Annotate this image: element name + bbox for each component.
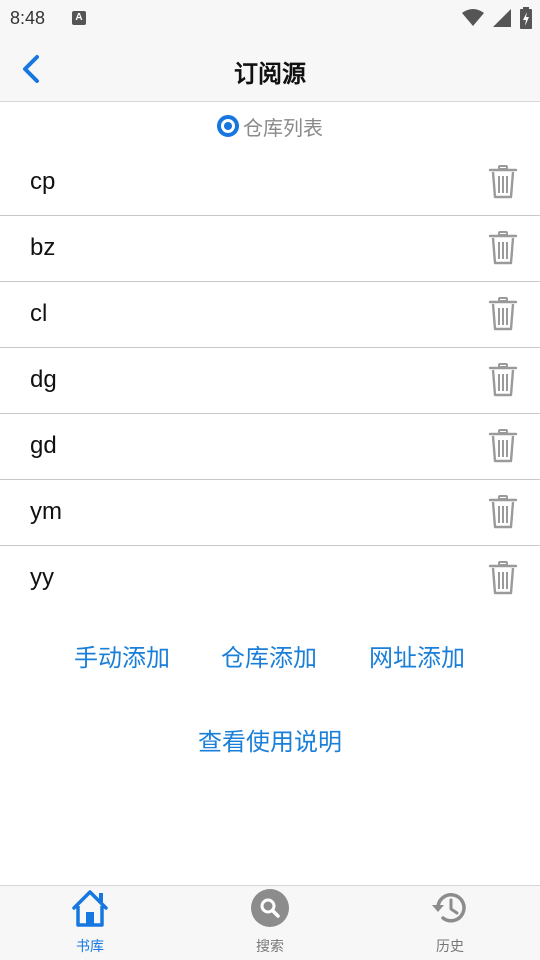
add-actions: 手动添加 仓库添加 网址添加	[0, 632, 540, 676]
list-item[interactable]: bz	[0, 216, 540, 282]
help-row: 查看使用说明	[0, 722, 540, 757]
radio-selected-icon[interactable]	[217, 115, 239, 137]
trash-icon[interactable]	[488, 297, 518, 331]
trash-icon[interactable]	[488, 429, 518, 463]
notification-icon: A	[72, 11, 86, 25]
help-link[interactable]: 查看使用说明	[198, 728, 342, 756]
repo-add-button[interactable]: 仓库添加	[221, 638, 317, 673]
battery-icon	[520, 7, 532, 29]
nav-item-search[interactable]: 搜索	[210, 886, 330, 960]
title-bar: 订阅源	[0, 38, 540, 102]
bottom-nav: 书库 搜索 历史	[0, 885, 540, 960]
status-bar: 8:48 A	[0, 0, 540, 38]
nav-item-library[interactable]: 书库	[30, 886, 150, 960]
repo-list-radio[interactable]: 仓库列表	[0, 102, 540, 150]
source-name: ym	[30, 498, 62, 525]
source-list: cp bz cl dg gd ym yy	[0, 150, 540, 612]
source-name: cp	[30, 168, 56, 195]
page-title: 订阅源	[234, 60, 306, 88]
trash-icon[interactable]	[488, 363, 518, 397]
status-icons	[462, 7, 532, 29]
trash-icon[interactable]	[488, 231, 518, 265]
manual-add-button[interactable]: 手动添加	[74, 638, 170, 673]
source-name: yy	[30, 564, 54, 591]
nav-label: 书库	[76, 939, 104, 955]
status-time: 8:48	[10, 8, 46, 28]
trash-icon[interactable]	[488, 165, 518, 199]
list-item[interactable]: dg	[0, 348, 540, 414]
list-item[interactable]: ym	[0, 480, 540, 546]
list-item[interactable]: cl	[0, 282, 540, 348]
nav-label: 历史	[436, 939, 464, 955]
url-add-button[interactable]: 网址添加	[369, 638, 465, 673]
source-name: dg	[30, 366, 57, 393]
list-item[interactable]: cp	[0, 150, 540, 216]
nav-item-history[interactable]: 历史	[390, 886, 510, 960]
repo-list-label: 仓库列表	[243, 115, 323, 140]
list-item[interactable]: yy	[0, 546, 540, 612]
wifi-icon	[462, 9, 484, 26]
source-name: cl	[30, 300, 48, 327]
search-icon	[251, 889, 289, 927]
nav-label: 搜索	[256, 939, 284, 955]
source-name: bz	[30, 234, 56, 261]
list-item[interactable]: gd	[0, 414, 540, 480]
signal-icon	[493, 9, 511, 27]
source-name: gd	[30, 432, 57, 459]
trash-icon[interactable]	[488, 561, 518, 595]
trash-icon[interactable]	[488, 495, 518, 529]
history-icon	[432, 893, 466, 923]
home-icon	[72, 890, 108, 927]
